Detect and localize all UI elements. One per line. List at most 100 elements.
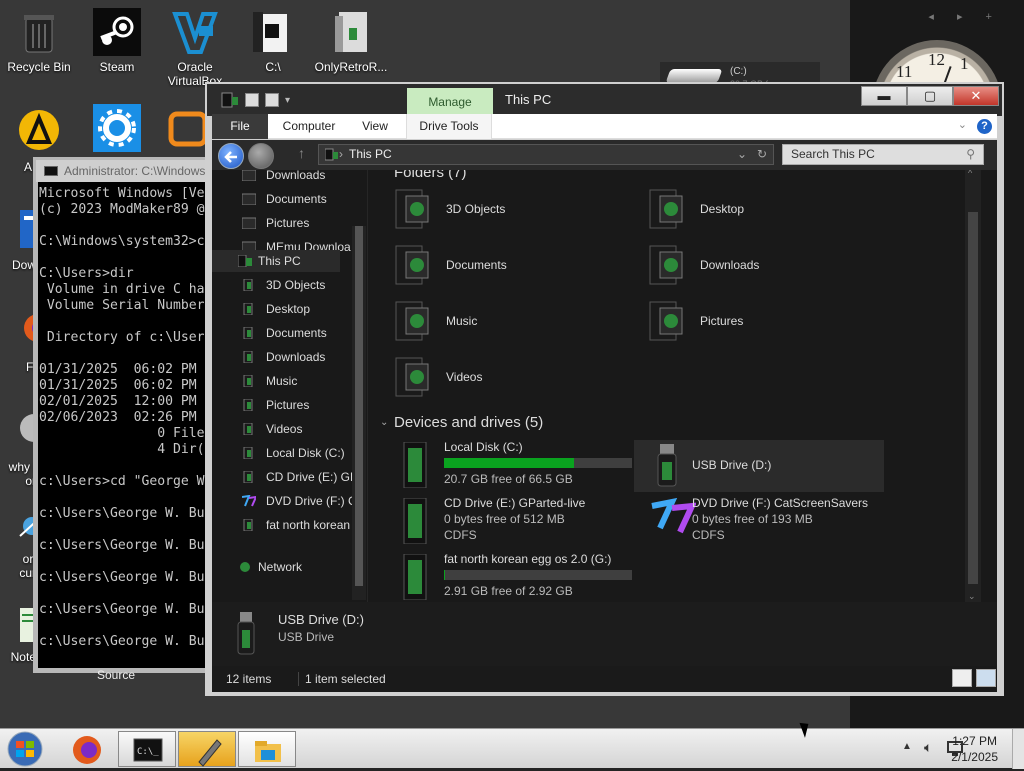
help-icon[interactable]: ? <box>977 119 992 134</box>
folder-videos[interactable]: Videos <box>392 354 612 400</box>
sidebar-item-cd-drive-e-gpa[interactable]: CD Drive (E:) GPa <box>236 466 364 488</box>
cmd-console[interactable]: Microsoft Windows [Ve (c) 2023 ModMaker8… <box>38 182 217 668</box>
system-tray: ▲ 🔈︎ 1:27 PM 2/1/2025 <box>874 729 1024 769</box>
folder-icon <box>243 471 253 483</box>
minimize-button[interactable]: ▬ <box>861 86 907 106</box>
sidebar-item-network[interactable]: Network <box>212 556 340 578</box>
clock-time: 1:27 PM <box>952 734 997 748</box>
refresh-icon[interactable]: ↻ <box>757 145 767 164</box>
folder-desktop[interactable]: Desktop <box>646 186 866 232</box>
address-dropdown-icon[interactable]: ⌄ <box>737 145 747 164</box>
drive-fat-north-korean-g[interactable]: fat north korean egg os 2.0 (G:) 2.91 GB… <box>396 550 646 604</box>
desktop-icon-orbit[interactable]: ori cur <box>0 508 43 580</box>
navigation-pane: Downloads Documents Pictures MEmu Downloa T… <box>212 170 368 666</box>
large-icons-view-button[interactable] <box>976 669 996 687</box>
properties-icon[interactable] <box>245 93 259 107</box>
tab-manage[interactable]: Manage <box>407 88 493 116</box>
expand-ribbon-icon[interactable]: ⌄ <box>958 118 967 131</box>
devices-group-header[interactable]: ⌄ Devices and drives (5) <box>380 414 543 431</box>
sidebar-item-music[interactable]: Music <box>236 370 364 392</box>
drive-dvd-f[interactable]: DVD Drive (F:) CatScreenSavers 0 bytes f… <box>650 494 900 548</box>
breadcrumb[interactable]: This PC <box>349 147 392 161</box>
desktop-icon-firefox[interactable]: Fi <box>0 308 52 374</box>
folder-music[interactable]: Music <box>392 298 612 344</box>
drive-usb-d[interactable]: USB Drive (D:) <box>634 440 884 492</box>
sidebar-item-this-pc[interactable]: This PC <box>212 250 340 272</box>
taskbar-rocket-launcher[interactable] <box>178 731 236 767</box>
tab-view[interactable]: View <box>352 114 398 139</box>
folder-documents[interactable]: Documents <box>392 242 612 288</box>
customize-qat-icon[interactable]: ▾ <box>285 95 290 106</box>
folder-downloads[interactable]: Downloads <box>646 242 866 288</box>
command-prompt-window[interactable]: Administrator: C:\Windows Microsoft Wind… <box>33 157 217 673</box>
sidebar-item-desktop[interactable]: Desktop <box>236 298 364 320</box>
desktop-icon-text-file[interactable]: why i or <box>0 408 48 488</box>
rocket-icon <box>198 739 222 767</box>
desktop-icon-recycle-bin[interactable]: Recycle Bin <box>0 8 78 74</box>
desktop-icon-c-drive[interactable]: C:\ <box>234 8 312 74</box>
maximize-button[interactable]: ▢ <box>907 86 953 106</box>
shortcut-icon <box>327 8 375 56</box>
show-desktop-button[interactable] <box>1012 729 1024 769</box>
details-view-button[interactable] <box>952 669 972 687</box>
start-button[interactable] <box>0 731 50 767</box>
sidebar-item-documents[interactable]: Documents <box>236 322 364 344</box>
desktop-icon-steam[interactable]: Steam <box>78 8 156 74</box>
this-pc-icon <box>238 255 252 267</box>
taskbar-firefox[interactable] <box>58 731 116 767</box>
desktop-icon-settings[interactable] <box>78 104 156 156</box>
volume-icon[interactable]: 🔈︎ <box>924 739 932 756</box>
taskbar-clock[interactable]: 1:27 PM 2/1/2025 <box>951 733 998 765</box>
clock-numeral: 12 <box>928 50 945 69</box>
explorer-title-bar[interactable]: ▾ Manage This PC ▬ ▢ ✕ <box>207 84 1002 116</box>
sidebar-item-dvd-drive-f-ca[interactable]: DVD Drive (F:) Ca <box>236 490 364 512</box>
this-pc-icon <box>325 148 338 161</box>
sidebar-item-local-disk-c-[interactable]: Local Disk (C:) <box>236 442 364 464</box>
tab-drive-tools[interactable]: Drive Tools <box>406 114 492 139</box>
search-input[interactable]: Search This PC ⚲ <box>782 144 984 165</box>
sidebar-item-pictures[interactable]: Pictures <box>236 212 364 234</box>
sidebar-item-documents[interactable]: Documents <box>236 188 364 210</box>
folder-3d-objects[interactable]: 3D Objects <box>392 186 612 232</box>
sidebar-scrollbar[interactable] <box>352 226 366 600</box>
gadget-navigation[interactable]: ◂ ▸ + <box>928 10 1002 23</box>
folder-icon <box>243 375 253 387</box>
desktop-icon-onlyretro[interactable]: OnlyRetroR... <box>312 8 390 74</box>
new-folder-icon[interactable] <box>265 93 279 107</box>
folders-group-header[interactable]: Folders (7) <box>394 170 467 181</box>
usb-drive-icon <box>657 444 677 487</box>
folder-icon <box>243 351 253 363</box>
sidebar-item-fat-north-korean[interactable]: fat north korean <box>236 514 364 536</box>
show-hidden-icons-icon[interactable]: ▲ <box>902 741 912 752</box>
sidebar-item-3d-objects[interactable]: 3D Objects <box>236 274 364 296</box>
folder-pictures[interactable]: Pictures <box>646 298 866 344</box>
close-button[interactable]: ✕ <box>953 86 999 106</box>
tab-computer[interactable]: Computer <box>276 114 342 139</box>
details-pane: USB Drive (D:) USB Drive <box>212 602 997 666</box>
file-pane-scrollbar[interactable]: ^ ⌄ <box>965 170 981 602</box>
recycle-bin-icon <box>15 8 63 56</box>
desktop-icon-virtualbox[interactable]: Oracle VirtualBox <box>156 8 234 88</box>
address-bar[interactable]: › This PC ⌄ ↻ <box>318 144 774 165</box>
drive-cd-e[interactable]: CD Drive (E:) GParted-live 0 bytes free … <box>396 494 646 548</box>
up-arrow-icon[interactable]: ↑ <box>298 145 305 161</box>
desktop-icon-downloads[interactable]: Dow <box>0 206 40 272</box>
sidebar-item-videos[interactable]: Videos <box>236 418 364 440</box>
cmd-title: Administrator: C:\Windows <box>64 164 206 178</box>
tab-file[interactable]: File <box>212 114 268 139</box>
sidebar-item-downloads[interactable]: Downloads <box>236 170 364 186</box>
cmd-title-bar[interactable]: Administrator: C:\Windows <box>36 160 214 182</box>
back-button[interactable] <box>218 143 244 169</box>
file-explorer-window[interactable]: ▾ Manage This PC ▬ ▢ ✕ File Computer Vie… <box>205 82 1004 696</box>
drive-local-disk-c[interactable]: Local Disk (C:) 20.7 GB free of 66.5 GB <box>396 438 646 492</box>
desktop-icon-orange-app[interactable] <box>156 104 206 156</box>
sidebar-item-downloads[interactable]: Downloads <box>236 346 364 368</box>
sidebar-item-pictures[interactable]: Pictures <box>236 394 364 416</box>
aimp-icon <box>15 108 63 156</box>
usb-drive-icon <box>237 612 255 655</box>
desktop-icon-notepad[interactable]: Note <box>0 606 42 664</box>
hard-disk-icon <box>665 69 723 83</box>
forward-button[interactable] <box>248 143 274 169</box>
taskbar-command-prompt[interactable]: C:\_ <box>118 731 176 767</box>
taskbar-file-explorer[interactable] <box>238 731 296 767</box>
